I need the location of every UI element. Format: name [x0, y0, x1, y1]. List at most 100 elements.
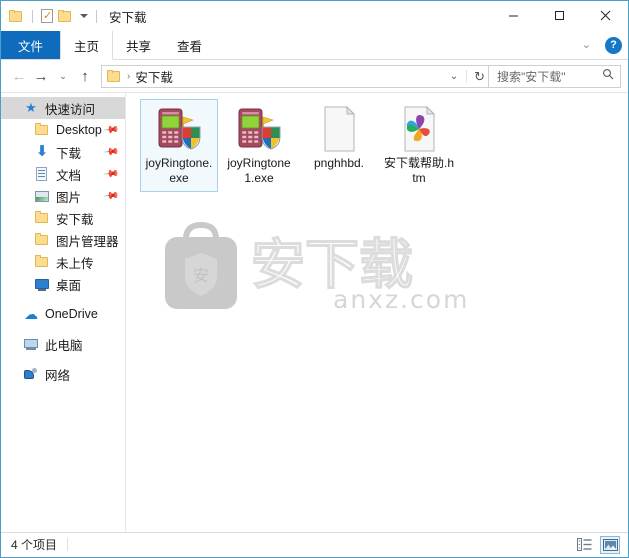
refresh-button[interactable]: ↻: [466, 69, 485, 83]
watermark-url: anxz.com: [333, 285, 470, 314]
properties-icon[interactable]: ✓: [41, 9, 53, 23]
minimize-button[interactable]: [490, 1, 536, 30]
file-item-joyringtone1-exe[interactable]: joyRingtone1.exe: [220, 99, 298, 192]
file-item-joyringtone-exe[interactable]: joyRingtone.exe: [140, 99, 218, 192]
search-box[interactable]: 搜索"安下载": [489, 64, 621, 88]
explorer-body: ★ 快速访问 Desktop 📌 ⬇ 下载 📌 文档 📌 图片 📌 安下载 图片…: [1, 92, 628, 532]
new-folder-icon[interactable]: [58, 9, 73, 23]
sidebar-item-picture-manager[interactable]: 图片管理器: [1, 229, 125, 251]
watermark-bag-icon: 安: [165, 221, 237, 309]
folder-icon: [34, 210, 50, 226]
sidebar-item-onedrive[interactable]: ☁ OneDrive: [1, 303, 125, 325]
breadcrumb-item-current[interactable]: 安下载: [135, 67, 173, 86]
download-icon: ⬇: [35, 143, 49, 160]
sidebar-item-label: 图片: [56, 190, 82, 205]
tab-share[interactable]: 共享: [113, 31, 165, 59]
blank-file-icon: [303, 104, 375, 154]
address-bar-row: ← → ⌄ ↑ › 安下载 ⌄ ↻ 搜索"安下载": [1, 60, 628, 92]
sidebar-item-label: 快速访问: [45, 102, 96, 117]
forward-button[interactable]: →: [30, 64, 52, 88]
sidebar-item-label: 此电脑: [45, 338, 83, 353]
breadcrumb-folder-icon: [107, 69, 122, 83]
toolbar-divider-1: [32, 9, 33, 23]
sidebar-item-anxiazai[interactable]: 安下载: [1, 207, 125, 229]
search-input[interactable]: 搜索"安下载": [497, 68, 566, 85]
sidebar-item-label: 图片管理器: [56, 234, 119, 249]
tab-file[interactable]: 文件: [1, 31, 61, 59]
sidebar-item-desktop-en[interactable]: Desktop 📌: [1, 119, 125, 141]
sidebar-item-quick-access[interactable]: ★ 快速访问: [1, 97, 125, 119]
folder-icon: [34, 254, 50, 270]
file-grid: joyRingtone.exe joyRingtone1.exe pnghhbd…: [126, 93, 628, 192]
sidebar-item-label: 下载: [56, 146, 82, 161]
folder-icon: [34, 122, 50, 138]
sidebar-item-label: 网络: [45, 368, 71, 383]
document-icon: [34, 166, 50, 182]
sidebar-item-label: 未上传: [56, 256, 94, 271]
ribbon-collapse-chevron-icon[interactable]: ⌄: [578, 38, 595, 53]
network-icon: [23, 366, 39, 382]
sidebar-item-this-pc[interactable]: 此电脑: [1, 333, 125, 355]
file-name: 安下载帮助.htm: [383, 156, 454, 185]
sidebar-item-not-uploaded[interactable]: 未上传: [1, 251, 125, 273]
file-item-anxiazai-help-htm[interactable]: 安下载帮助.htm: [380, 99, 458, 192]
search-icon: [602, 67, 614, 85]
folder-icon[interactable]: [9, 9, 24, 23]
item-count-label: 4 个项目: [11, 538, 58, 552]
sidebar-item-label: 文档: [56, 168, 82, 183]
folder-icon: [34, 232, 50, 248]
exe-shield-icon: [143, 104, 215, 154]
navigation-pane[interactable]: ★ 快速访问 Desktop 📌 ⬇ 下载 📌 文档 📌 图片 📌 安下载 图片…: [1, 93, 126, 532]
title-bar: ✓ 安下载: [1, 1, 628, 31]
pin-icon[interactable]: 📌: [102, 166, 119, 182]
pin-icon[interactable]: 📌: [102, 122, 119, 138]
svg-text:安: 安: [193, 266, 209, 285]
sidebar-item-label: 安下载: [56, 212, 94, 227]
maximize-button[interactable]: [536, 1, 582, 30]
pinwheel-html-icon: [383, 104, 455, 154]
file-name: pnghhbd.: [313, 156, 365, 170]
sidebar-item-pictures[interactable]: 图片 📌: [1, 185, 125, 207]
help-button[interactable]: ?: [605, 36, 622, 54]
ribbon-right-controls: ⌄ ?: [578, 31, 622, 59]
quick-access-toolbar: ✓: [9, 9, 100, 23]
file-item-pnghhbd[interactable]: pnghhbd.: [300, 99, 378, 192]
star-icon: ★: [25, 100, 37, 115]
tab-home[interactable]: 主页: [60, 31, 114, 60]
pin-icon[interactable]: 📌: [102, 144, 119, 160]
sidebar-item-desktop-cn[interactable]: 桌面: [1, 273, 125, 295]
window-title: 安下载: [109, 10, 147, 25]
status-divider: [67, 538, 69, 551]
sidebar-item-label: OneDrive: [45, 307, 98, 321]
pin-icon[interactable]: 📌: [102, 188, 119, 204]
back-button[interactable]: ←: [8, 64, 30, 88]
toolbar-divider-2: [96, 9, 97, 23]
exe-shield-icon: [223, 104, 295, 154]
sidebar-item-network[interactable]: 网络: [1, 363, 125, 385]
address-bar-controls: ⌄ ↻: [450, 69, 485, 83]
file-list-pane[interactable]: joyRingtone.exe joyRingtone1.exe pnghhbd…: [126, 93, 628, 532]
chevron-down-icon[interactable]: [80, 14, 88, 18]
large-icons-view-button[interactable]: [600, 535, 620, 554]
close-button[interactable]: [582, 1, 628, 30]
cloud-icon: ☁: [24, 306, 38, 322]
recent-locations-button[interactable]: ⌄: [52, 64, 74, 88]
watermark: 安 安下载 anxz.com: [151, 211, 467, 321]
address-bar[interactable]: › 安下载 ⌄ ↻: [101, 64, 489, 88]
window-controls: [490, 1, 628, 30]
details-view-button[interactable]: [574, 536, 594, 554]
tab-view[interactable]: 查看: [164, 31, 216, 59]
file-name: joyRingtone.exe: [145, 156, 213, 185]
address-dropdown-chevron-icon[interactable]: ⌄: [450, 71, 458, 82]
breadcrumb-separator: ›: [127, 70, 131, 82]
sidebar-item-documents[interactable]: 文档 📌: [1, 163, 125, 185]
view-toggle-group: [574, 535, 620, 554]
sidebar-item-label: Desktop: [56, 123, 102, 137]
up-button[interactable]: ↑: [74, 64, 96, 88]
picture-icon: [34, 188, 50, 204]
sidebar-item-downloads[interactable]: ⬇ 下载 📌: [1, 141, 125, 163]
ribbon-tabstrip: 文件 主页 共享 查看 ⌄ ?: [1, 31, 628, 60]
